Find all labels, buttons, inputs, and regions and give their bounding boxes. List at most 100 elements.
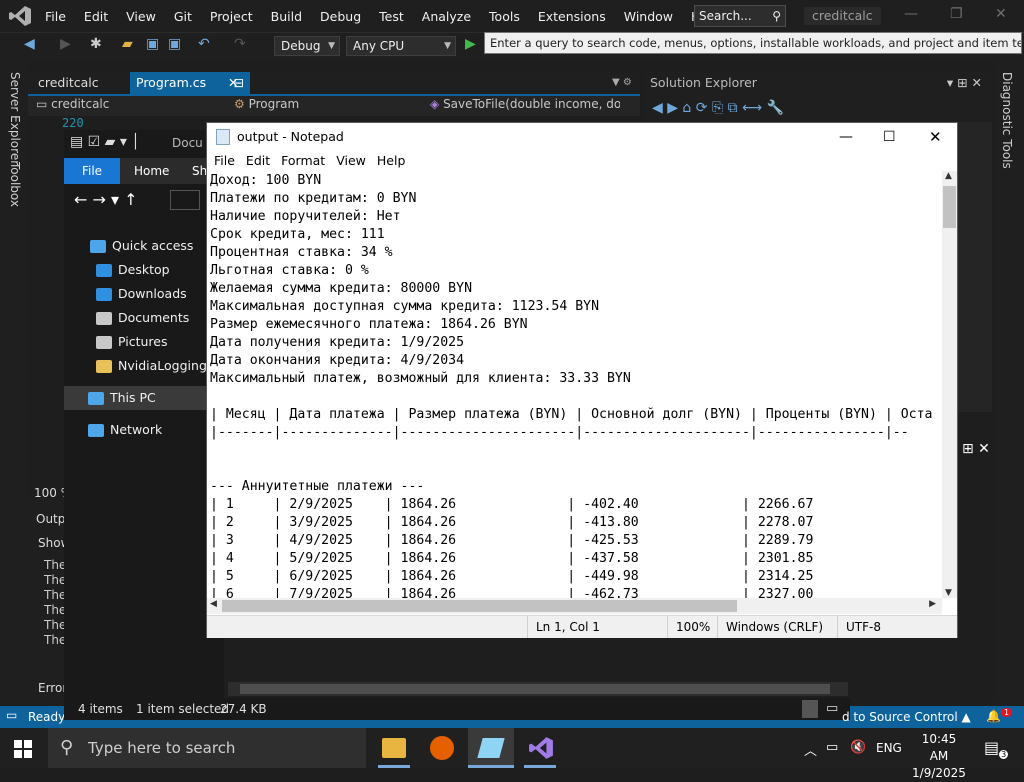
- toolbox-tab[interactable]: Toolbox: [8, 162, 22, 207]
- notepad-vscrollbar[interactable]: ▲ ▼: [942, 171, 957, 598]
- add-to-source-control[interactable]: d to Source Control ▲: [842, 706, 971, 728]
- back-icon[interactable]: ◀: [24, 36, 35, 52]
- scroll-up-icon[interactable]: ▲: [945, 171, 952, 181]
- forward-icon[interactable]: ▶: [60, 36, 71, 52]
- visual-studio-taskbar-icon[interactable]: [528, 736, 554, 760]
- ribbon-tab-share[interactable]: Sh: [192, 158, 207, 184]
- platform-dropdown[interactable]: Any CPU ▼: [346, 36, 456, 56]
- menu-debug[interactable]: Debug: [311, 9, 370, 24]
- explorer-item-count: 4 items: [78, 702, 123, 716]
- close-icon[interactable]: ✕: [929, 123, 942, 151]
- panel-close-icon[interactable]: ⊞ ✕: [962, 441, 990, 457]
- explorer-nav-buttons[interactable]: ← → ▾ ↑: [74, 190, 138, 209]
- network-tray-icon[interactable]: ▭: [826, 740, 838, 755]
- redo-icon[interactable]: ↷: [234, 36, 246, 52]
- menu-test[interactable]: Test: [370, 9, 413, 24]
- menu-analyze[interactable]: Analyze: [413, 9, 480, 24]
- server-explorer-tab[interactable]: Server Explorer: [8, 72, 22, 165]
- tab-close-icon[interactable]: ✕: [222, 72, 244, 94]
- volume-muted-icon[interactable]: 🔇: [850, 740, 866, 755]
- menu-file[interactable]: File: [36, 9, 75, 24]
- nav-project-dropdown[interactable]: ▭ creditcalc: [36, 95, 226, 113]
- minimize-icon[interactable]: —: [839, 123, 853, 151]
- vs-close-icon[interactable]: ✕: [995, 6, 1007, 22]
- maximize-icon[interactable]: ☐: [883, 123, 896, 151]
- open-folder-icon[interactable]: ▰: [122, 36, 133, 52]
- nav-label: NvidiaLogging: [118, 358, 207, 373]
- vs-maximize-icon[interactable]: ❐: [950, 6, 963, 22]
- nav-class-dropdown[interactable]: ⚙ Program: [234, 95, 424, 113]
- search-icon: ⚲: [60, 737, 74, 758]
- details-view-icon[interactable]: [802, 700, 818, 718]
- start-icon[interactable]: ▶: [465, 36, 476, 52]
- nav-label: Desktop: [118, 262, 170, 277]
- firefox-icon[interactable]: [430, 736, 454, 760]
- diagnostic-tools-tab[interactable]: Diagnostic Tools: [1000, 72, 1014, 169]
- nav-label: Network: [110, 422, 163, 437]
- scroll-down-icon[interactable]: ▼: [945, 588, 952, 598]
- chevron-down-icon: ▼: [444, 41, 451, 51]
- output-line: The: [44, 558, 67, 572]
- output-line: The: [44, 603, 67, 617]
- menu-window[interactable]: Window: [615, 9, 682, 24]
- file-explorer-taskbar-icon[interactable]: [382, 738, 406, 758]
- nav-label: Pictures: [118, 334, 168, 349]
- undo-icon[interactable]: ↶: [198, 36, 210, 52]
- vs-minimize-icon[interactable]: —: [904, 6, 918, 22]
- menu-view[interactable]: View: [117, 9, 165, 24]
- notepad-icon: [216, 129, 230, 145]
- notepad-vscroll-thumb[interactable]: [943, 186, 956, 228]
- vs-search-box[interactable]: Search... ⚲: [694, 5, 786, 27]
- ribbon-tab-file[interactable]: File: [64, 158, 120, 184]
- menu-git[interactable]: Git: [165, 9, 201, 24]
- config-dropdown[interactable]: Debug ▼: [274, 36, 340, 56]
- notifications-icon[interactable]: 🔔 1: [986, 708, 1013, 723]
- computer-icon: [88, 392, 104, 405]
- source-control-label: d to Source Control: [842, 710, 958, 724]
- editor-hscroll-thumb[interactable]: [240, 684, 830, 694]
- nav-member-dropdown[interactable]: ◈ SaveToFile(double income, do: [430, 95, 620, 113]
- explorer-status-extension: 1 item selected 27.4 KB ▭: [130, 698, 850, 720]
- menu-build[interactable]: Build: [262, 9, 311, 24]
- status-icon: ▭: [6, 708, 18, 722]
- nav-class-label: Program: [248, 97, 300, 111]
- np-menu-file[interactable]: File: [210, 151, 239, 171]
- action-center-icon[interactable]: ▤ 3: [984, 738, 1009, 760]
- explorer-quick-toolbar[interactable]: ▤ ☑ ▰ ▾ │: [70, 134, 140, 150]
- scroll-right-icon[interactable]: ▶: [929, 599, 936, 609]
- menu-tools[interactable]: Tools: [480, 9, 529, 24]
- menu-project[interactable]: Project: [201, 9, 262, 24]
- np-menu-edit[interactable]: Edit: [242, 151, 274, 171]
- taskbar-search-box[interactable]: ⚲ Type here to search: [48, 728, 366, 768]
- menu-extensions[interactable]: Extensions: [529, 9, 615, 24]
- save-all-icon[interactable]: ▣: [168, 36, 181, 52]
- menu-edit[interactable]: Edit: [75, 9, 117, 24]
- np-menu-help[interactable]: Help: [373, 151, 410, 171]
- explorer-address-bar[interactable]: [170, 190, 200, 210]
- error-list-tab[interactable]: Error: [38, 681, 67, 695]
- tab-creditcalc[interactable]: creditcalc: [32, 72, 105, 94]
- taskbar-clock[interactable]: 10:45 AM 1/9/2025: [912, 731, 966, 782]
- sol-nav-icons[interactable]: ◀ ▶ ⌂ ⟳ ⎘ ⧉ ⟷ 🔧: [652, 100, 784, 116]
- panel-controls-icon[interactable]: ▾ ⊞ ✕: [947, 72, 982, 94]
- output-tab[interactable]: Outp: [36, 512, 65, 526]
- notepad-text-area[interactable]: Доход: 100 BYN Платежи по кредитам: 0 BY…: [207, 171, 942, 598]
- action-center-badge: 3: [999, 750, 1009, 760]
- large-icons-view-icon[interactable]: ▭: [826, 698, 838, 720]
- windows-start-icon[interactable]: [14, 740, 32, 758]
- downloads-icon: [96, 288, 112, 301]
- notepad-hscroll-thumb[interactable]: [222, 600, 737, 612]
- ribbon-tab-home[interactable]: Home: [134, 158, 169, 184]
- vs-menu: File Edit View Git Project Build Debug T…: [36, 0, 729, 32]
- tray-chevron-up-icon[interactable]: ︿: [804, 740, 817, 759]
- scroll-left-icon[interactable]: ◀: [210, 599, 217, 609]
- new-project-icon[interactable]: ✱: [90, 36, 102, 52]
- language-indicator[interactable]: ENG: [876, 741, 902, 755]
- tab-list-icon[interactable]: ▼ ⚙: [606, 72, 638, 94]
- np-menu-view[interactable]: View: [332, 151, 370, 171]
- config-value: Debug: [281, 39, 321, 53]
- np-menu-format[interactable]: Format: [277, 151, 329, 171]
- save-icon[interactable]: ▣: [146, 36, 159, 52]
- notepad-titlebar: output - Notepad — ☐ ✕: [207, 123, 957, 151]
- visual-studio-logo-icon[interactable]: [8, 5, 32, 27]
